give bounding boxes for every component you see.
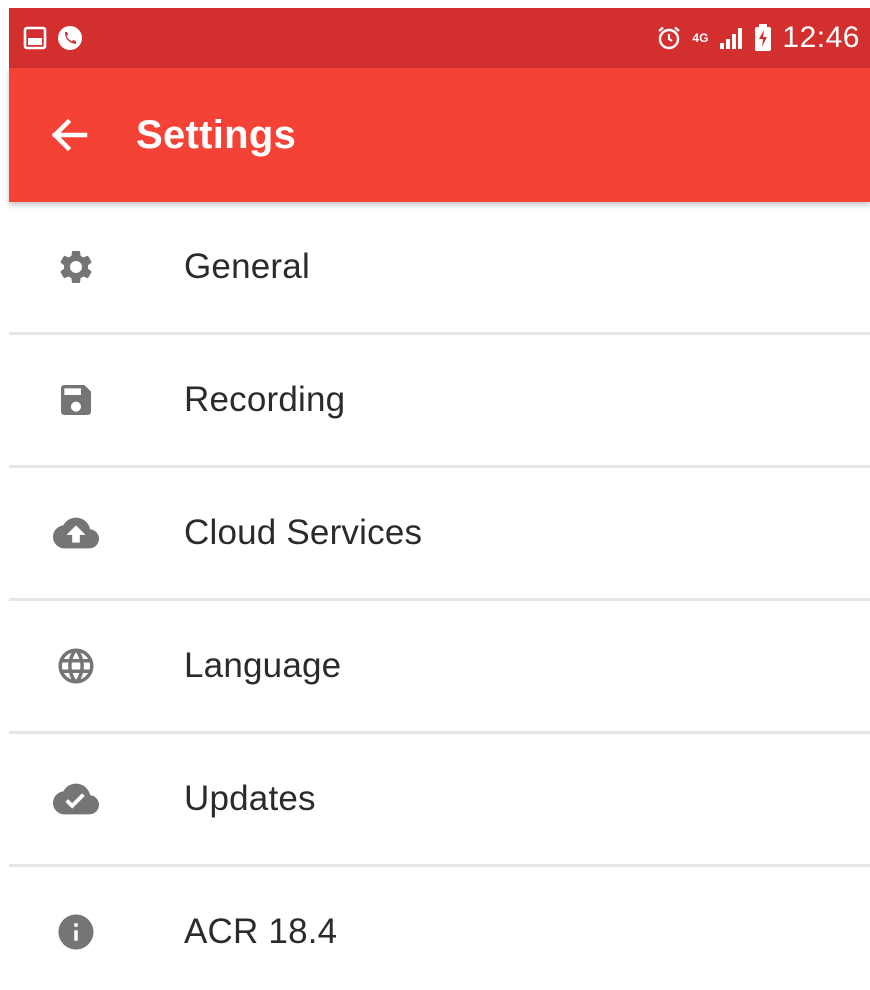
status-right: 4G 12:46 — [656, 21, 860, 55]
signal-icon — [718, 26, 744, 50]
status-time: 12:46 — [782, 21, 860, 54]
globe-icon — [46, 636, 106, 696]
settings-item-cloud-services[interactable]: Cloud Services — [9, 468, 870, 598]
app-bar: Settings — [9, 68, 870, 202]
cloud-upload-icon — [46, 503, 106, 563]
cloud-done-icon — [46, 769, 106, 829]
settings-item-about[interactable]: ACR 18.4 — [9, 867, 870, 990]
settings-item-label: Recording — [184, 380, 346, 419]
settings-item-label: Updates — [184, 779, 316, 818]
settings-item-label: Language — [184, 646, 342, 685]
gallery-icon — [23, 26, 47, 50]
info-icon — [46, 902, 106, 962]
settings-item-recording[interactable]: Recording — [9, 335, 870, 465]
alarm-icon — [656, 25, 682, 51]
settings-screen: 4G 12:46 Settings General Recording Clou… — [0, 0, 870, 990]
battery-charging-icon — [754, 24, 772, 52]
save-icon — [46, 370, 106, 430]
settings-item-language[interactable]: Language — [9, 601, 870, 731]
gear-icon — [46, 237, 106, 297]
settings-item-label: Cloud Services — [184, 513, 423, 552]
page-title: Settings — [136, 112, 297, 157]
settings-item-general[interactable]: General — [9, 202, 870, 332]
phone-call-icon — [57, 25, 83, 51]
network-type-icon: 4G — [692, 30, 709, 45]
settings-list: General Recording Cloud Services Languag… — [9, 202, 870, 990]
settings-item-updates[interactable]: Updates — [9, 734, 870, 864]
settings-item-label: General — [184, 247, 310, 286]
settings-item-label: ACR 18.4 — [184, 912, 338, 951]
status-left — [23, 25, 83, 51]
arrow-back-icon — [49, 115, 89, 155]
back-button[interactable] — [34, 100, 104, 170]
status-bar: 4G 12:46 — [9, 8, 870, 68]
